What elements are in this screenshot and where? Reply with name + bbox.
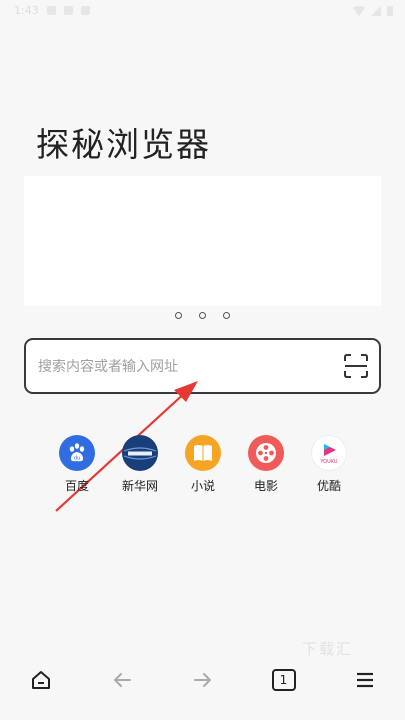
bottom-nav: 1 [0,650,405,710]
svg-text:YOUKU: YOUKU [319,459,338,465]
carousel-pager [0,312,405,319]
quick-link-xinhua[interactable]: 新华网 [118,435,162,494]
pager-dot-1[interactable] [175,312,182,319]
book-icon [185,435,221,471]
svg-text:du: du [74,456,80,462]
xinhua-globe-icon [122,435,158,471]
status-right [353,5,393,16]
tabs-button[interactable]: 1 [264,660,304,700]
tab-count: 1 [271,669,296,691]
search-box[interactable] [24,338,381,394]
battery-icon [387,6,393,16]
quick-link-baidu[interactable]: du 百度 [55,435,99,494]
back-button[interactable] [102,660,142,700]
quick-link-label: 新华网 [121,479,158,493]
arrow-right-icon [193,673,211,687]
status-time: 1:43 [14,4,39,17]
download-notification-icon-2 [63,6,73,15]
hamburger-menu-icon [356,672,373,688]
youku-icon: YOUKU [311,435,347,471]
quick-link-movie[interactable]: 电影 [244,435,288,494]
signal-icon [371,5,381,16]
quick-link-label: 电影 [253,479,278,493]
download-notification-icon [46,6,56,15]
quick-link-label: 优酷 [316,479,341,493]
quick-link-novel[interactable]: 小说 [181,435,225,494]
search-input[interactable] [36,340,340,394]
banner-carousel[interactable] [24,176,381,306]
wifi-icon [353,5,365,16]
app-notification-icon [80,6,90,15]
home-button[interactable] [21,660,61,700]
status-left: 1:43 [14,4,90,17]
quick-link-label: 小说 [190,479,215,493]
film-reel-icon [248,435,284,471]
pager-dot-3[interactable] [223,312,230,319]
forward-button[interactable] [183,660,223,700]
page-title: 探秘浏览器 [36,125,211,164]
quick-link-label: 百度 [64,479,89,493]
quick-link-youku[interactable]: YOUKU 优酷 [307,435,351,494]
quick-links: du 百度 新华网 小说 电影 YOUKU 优酷 [55,435,351,494]
pager-dot-2[interactable] [199,312,206,319]
scan-icon[interactable] [343,353,369,379]
arrow-left-icon [113,673,131,687]
home-icon [31,671,50,689]
baidu-paw-icon: du [59,435,95,471]
status-bar: 1:43 [0,0,405,24]
menu-button[interactable] [345,660,385,700]
